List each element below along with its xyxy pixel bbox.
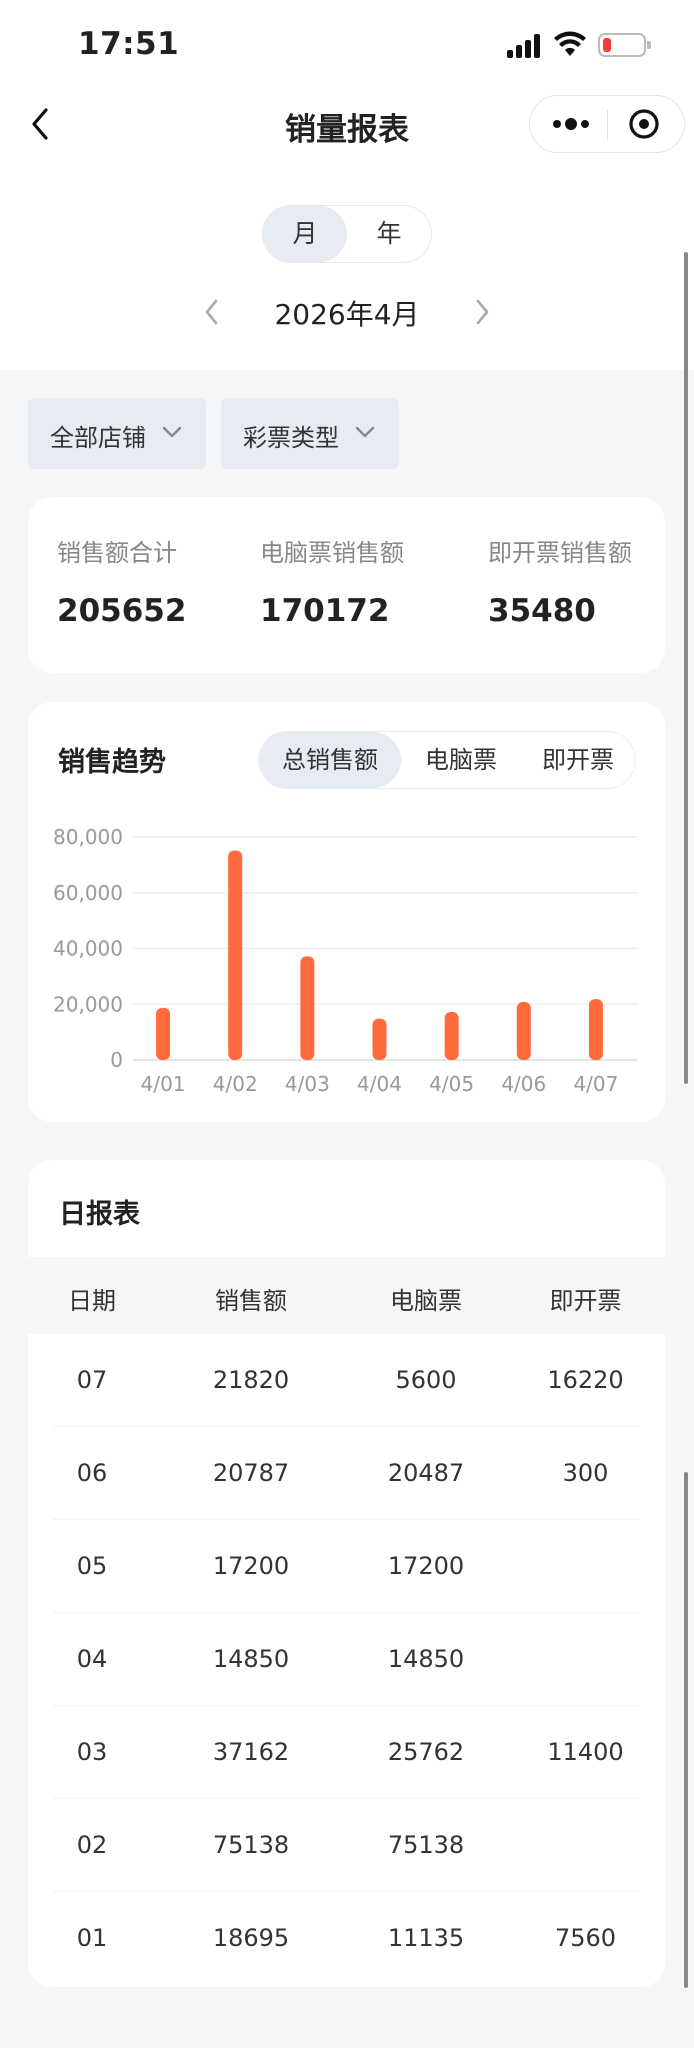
cell-sales: 17200	[212, 1552, 290, 1580]
x-tick-label: 4/05	[429, 1072, 474, 1096]
x-tick-label: 4/03	[285, 1072, 330, 1096]
tab-instant-ticket[interactable]: 即开票	[521, 732, 635, 788]
x-tick-label: 4/04	[357, 1072, 402, 1096]
cell-date: 07	[76, 1366, 108, 1394]
x-tick-label: 4/02	[213, 1072, 258, 1096]
cell-computer: 5600	[395, 1366, 457, 1394]
summary-computer-label: 电脑票销售额	[260, 539, 404, 567]
y-tick-label: 40,000	[53, 937, 123, 961]
cell-sales: 21820	[212, 1366, 290, 1394]
y-tick-label: 20,000	[53, 992, 123, 1016]
store-filter-label: 全部店铺	[50, 424, 146, 452]
column-header-computer: 电脑票	[390, 1287, 462, 1315]
y-tick-label: 0	[110, 1048, 123, 1072]
summary-total-value: 205652	[57, 593, 187, 629]
cellular-signal-icon	[507, 34, 543, 58]
table-row: 02 75138 75138	[28, 1799, 665, 1892]
tab-computer-ticket[interactable]: 电脑票	[401, 732, 521, 788]
summary-computer-value: 170172	[260, 593, 390, 629]
status-time: 17:51	[78, 26, 180, 62]
cell-date: 02	[76, 1831, 108, 1859]
trend-title: 销售趋势	[58, 747, 166, 778]
header-area: 17:51 销量报表 月 年 2026年4月	[0, 0, 694, 370]
mini-program-capsule	[529, 95, 685, 153]
chevron-down-icon	[162, 426, 182, 438]
cell-instant: 7560	[554, 1924, 617, 1952]
month-label: 2026年4月	[274, 298, 420, 331]
cell-sales: 18695	[212, 1924, 290, 1952]
period-month-button[interactable]: 月	[263, 206, 347, 262]
cell-sales: 75138	[212, 1831, 290, 1859]
cell-sales: 20787	[212, 1459, 290, 1487]
next-month-chevron-icon[interactable]	[470, 295, 494, 329]
scrollbar-lower[interactable]	[684, 1472, 688, 1988]
cell-date: 05	[76, 1552, 108, 1580]
period-year-button[interactable]: 年	[347, 206, 431, 262]
capsule-divider	[607, 110, 608, 140]
daily-report-title: 日报表	[59, 1199, 140, 1230]
tab-total-sales[interactable]: 总销售额	[259, 732, 401, 788]
cell-computer: 25762	[387, 1738, 465, 1766]
cell-sales: 14850	[212, 1645, 290, 1673]
cell-date: 06	[76, 1459, 108, 1487]
chevron-down-icon	[355, 426, 375, 438]
table-row: 03 37162 25762 11400	[28, 1706, 665, 1799]
scrollbar-upper[interactable]	[684, 252, 688, 1084]
chart-bar[interactable]	[516, 1002, 531, 1060]
cell-instant: 300	[562, 1459, 609, 1487]
cell-computer: 11135	[387, 1924, 465, 1952]
summary-instant: 即开票销售额 35480	[488, 533, 632, 629]
cell-instant: 11400	[547, 1738, 624, 1766]
chart-bar[interactable]	[588, 999, 603, 1060]
summary-total-label: 销售额合计	[57, 539, 177, 567]
cell-computer: 75138	[387, 1831, 465, 1859]
summary-card: 销售额合计 205652 电脑票销售额 170172 即开票销售额 35480	[28, 497, 665, 673]
summary-total: 销售额合计 205652	[57, 533, 186, 629]
store-filter-dropdown[interactable]: 全部店铺	[28, 398, 206, 469]
cell-date: 01	[76, 1924, 108, 1952]
cell-instant: 16220	[547, 1366, 624, 1394]
cell-date: 03	[76, 1738, 108, 1766]
cell-sales: 37162	[212, 1738, 290, 1766]
wifi-icon	[554, 31, 586, 56]
sales-bar-chart: 0 20,000 40,000 60,000 80,000 4/01 4/02 4/03 4/0…	[53, 825, 638, 1096]
column-header-instant: 即开票	[549, 1287, 622, 1315]
x-tick-label: 4/06	[501, 1072, 546, 1096]
x-tick-label: 4/07	[573, 1072, 618, 1096]
table-row: 04 14850 14850	[28, 1613, 665, 1706]
table-header: 日期 销售额 电脑票 即开票	[28, 1257, 665, 1334]
close-target-icon[interactable]	[627, 107, 661, 141]
lottery-type-filter-dropdown[interactable]: 彩票类型	[221, 398, 399, 469]
table-row: 06 20787 20487 300	[28, 1427, 665, 1520]
status-bar: 17:51	[0, 0, 694, 90]
chart-bar[interactable]	[444, 1012, 459, 1060]
chart-bar[interactable]	[156, 1007, 171, 1060]
summary-instant-label: 即开票销售额	[488, 539, 632, 567]
y-tick-label: 60,000	[53, 881, 123, 905]
table-row: 05 17200 17200	[28, 1520, 665, 1613]
battery-icon	[598, 33, 651, 57]
daily-report-card: 日报表 日期 销售额 电脑票 即开票 07 21820 5600 16220 0…	[28, 1160, 665, 1987]
period-toggle: 月 年	[262, 205, 432, 263]
chart-bar[interactable]	[228, 850, 243, 1060]
x-tick-label: 4/01	[141, 1072, 186, 1096]
chart-bar[interactable]	[372, 1018, 387, 1060]
sales-trend-card: 销售趋势 总销售额 电脑票 即开票 0 20,000 40,000 60,000 80,…	[28, 702, 665, 1122]
lottery-type-filter-label: 彩票类型	[243, 424, 339, 452]
column-header-sales: 销售额	[215, 1287, 287, 1315]
cell-computer: 20487	[387, 1459, 465, 1487]
more-dots-icon[interactable]	[551, 109, 591, 139]
column-header-date: 日期	[68, 1287, 116, 1315]
y-tick-label: 80,000	[53, 825, 123, 849]
chart-bar[interactable]	[300, 956, 315, 1060]
cell-date: 04	[76, 1645, 108, 1673]
trend-tabs: 总销售额 电脑票 即开票	[258, 731, 636, 789]
summary-instant-value: 35480	[488, 593, 596, 629]
table-row: 01 18695 11135 7560	[28, 1892, 665, 1985]
cell-computer: 14850	[387, 1645, 465, 1673]
table-row: 07 21820 5600 16220	[28, 1334, 665, 1427]
summary-computer: 电脑票销售额 170172	[260, 533, 404, 629]
cell-computer: 17200	[387, 1552, 465, 1580]
